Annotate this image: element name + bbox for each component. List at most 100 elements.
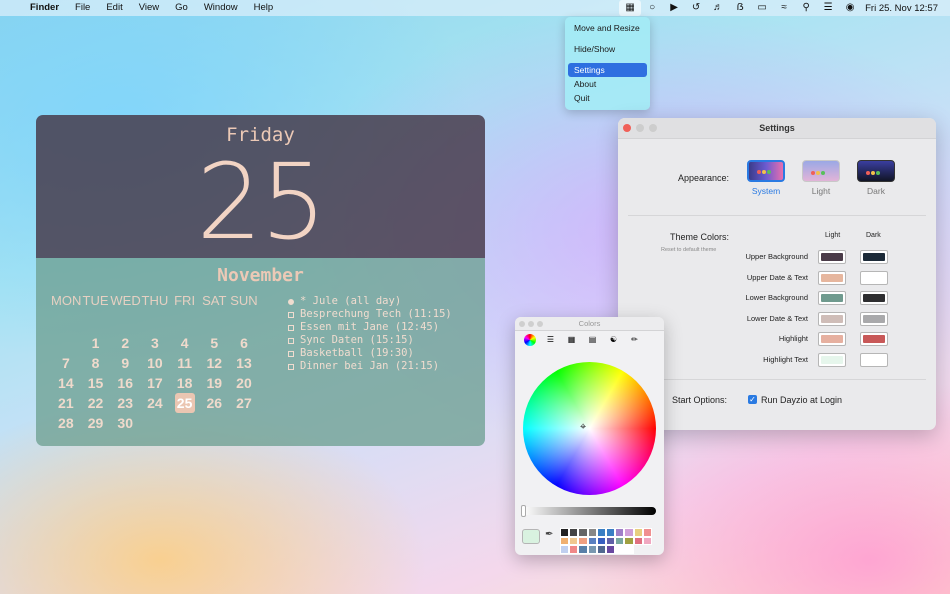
palette-swatch[interactable]	[560, 545, 570, 554]
calendar-day[interactable]: 13	[229, 353, 259, 373]
dark-color-well[interactable]	[860, 270, 888, 285]
calendar-widget[interactable]: Friday 25 November MON TUE WED THU FRI SAT SUN…	[36, 115, 485, 446]
palette-swatch[interactable]	[587, 528, 597, 537]
calendar-day[interactable]: 28	[51, 413, 81, 433]
event-item[interactable]: Basketball (19:30)	[288, 347, 452, 360]
color-wheel[interactable]	[523, 362, 656, 495]
minimize-button[interactable]	[636, 124, 644, 132]
calendar-day[interactable]: 29	[81, 413, 111, 433]
current-color-well[interactable]	[522, 529, 540, 544]
palette-swatch[interactable]	[615, 528, 625, 537]
event-item[interactable]: Essen mit Jane (12:45)	[288, 321, 452, 334]
event-item[interactable]: Dinner bei Jan (21:15)	[288, 360, 452, 373]
light-color-well[interactable]	[818, 332, 846, 346]
menu-item-settings[interactable]: Settings	[568, 63, 647, 77]
run-at-login-label[interactable]: Run Dayzio at Login	[761, 395, 842, 405]
calendar-day[interactable]: 19	[199, 373, 229, 393]
palette-swatch[interactable]	[605, 545, 616, 554]
palette-swatch[interactable]	[624, 545, 634, 554]
palette-swatch[interactable]	[615, 545, 625, 554]
search-icon[interactable]: ⚲	[795, 0, 817, 16]
pencils-icon[interactable]: ☯	[605, 333, 622, 346]
menu-view[interactable]: View	[131, 0, 167, 16]
run-at-login-checkbox[interactable]: ✓	[748, 395, 757, 404]
calendar-day[interactable]: 1	[81, 333, 111, 353]
palette-swatch[interactable]	[642, 536, 652, 545]
brightness-slider-knob[interactable]	[521, 505, 526, 517]
history-icon[interactable]: ↺	[685, 0, 707, 16]
calendar-day[interactable]: 26	[199, 393, 229, 413]
play-icon[interactable]: ▶	[663, 0, 685, 16]
image-palettes-icon[interactable]: ▤	[584, 333, 601, 346]
calendar-day[interactable]: 21	[51, 393, 81, 413]
palette-swatch[interactable]	[605, 536, 616, 545]
palette-swatch[interactable]	[605, 528, 616, 537]
crayon-icon[interactable]: ✏	[626, 333, 643, 346]
menu-item-hide-show[interactable]: Hide/Show	[568, 42, 647, 56]
calendar-icon[interactable]: ▦	[619, 0, 642, 16]
menu-item-quit[interactable]: Quit	[568, 91, 647, 105]
brightness-slider[interactable]	[523, 507, 656, 515]
appearance-system-option[interactable]: System	[746, 160, 786, 196]
color-sliders-icon[interactable]: ☰	[542, 333, 559, 346]
palette-swatch[interactable]	[596, 536, 606, 545]
palette-swatch[interactable]	[578, 536, 588, 545]
calendar-day[interactable]: 8	[81, 353, 111, 373]
minimize-button[interactable]	[528, 321, 534, 327]
menu-item-about[interactable]: About	[568, 77, 647, 91]
calendar-day[interactable]: 24	[140, 393, 170, 413]
circle-icon[interactable]: ○	[641, 0, 663, 16]
dark-color-well[interactable]	[860, 332, 888, 346]
close-button[interactable]	[623, 124, 631, 132]
palette-swatch[interactable]	[587, 536, 597, 545]
calendar-day[interactable]: 7	[51, 353, 81, 373]
calendar-day[interactable]: 23	[110, 393, 140, 413]
calendar-day[interactable]: 30	[110, 413, 140, 433]
color-wheel-icon[interactable]	[521, 333, 538, 346]
zoom-button[interactable]	[537, 321, 543, 327]
calendar-day[interactable]: 6	[229, 333, 259, 353]
palette-swatch[interactable]	[569, 536, 579, 545]
calendar-day[interactable]: 16	[110, 373, 140, 393]
calendar-day[interactable]: 5	[199, 333, 229, 353]
calendar-day[interactable]: 12	[199, 353, 229, 373]
dark-color-well[interactable]	[860, 352, 888, 367]
calendar-day[interactable]: 11	[170, 353, 200, 373]
calendar-day[interactable]: 22	[81, 393, 111, 413]
palette-swatch[interactable]	[596, 528, 606, 537]
calendar-day[interactable]: 14	[51, 373, 81, 393]
calendar-day[interactable]: 27	[229, 393, 259, 413]
color-palettes-icon[interactable]: ▦	[563, 333, 580, 346]
siri-icon[interactable]: ◉	[839, 0, 861, 16]
palette-swatch[interactable]	[624, 536, 634, 545]
menu-help[interactable]: Help	[246, 0, 282, 16]
close-button[interactable]	[519, 321, 525, 327]
menu-file[interactable]: File	[67, 0, 98, 16]
settings-titlebar[interactable]: Settings	[618, 118, 936, 139]
menu-edit[interactable]: Edit	[98, 0, 130, 16]
calendar-day[interactable]: 18	[170, 373, 200, 393]
eyedropper-icon[interactable]: ✒	[545, 529, 553, 540]
light-color-well[interactable]	[818, 352, 846, 367]
calendar-day[interactable]: 3	[140, 333, 170, 353]
calendar-day[interactable]: 20	[229, 373, 259, 393]
palette-swatch[interactable]	[578, 528, 588, 537]
control-center-icon[interactable]: ☰	[817, 0, 839, 16]
palette-swatch[interactable]	[578, 545, 588, 554]
appearance-light-option[interactable]: Light	[801, 160, 841, 196]
volume-icon[interactable]: ♬	[707, 0, 729, 16]
dark-color-well[interactable]	[860, 291, 888, 305]
event-item[interactable]: Besprechung Tech (11:15)	[288, 308, 452, 321]
battery-icon[interactable]: ▭	[751, 0, 773, 16]
light-color-well[interactable]	[818, 311, 846, 326]
palette-swatch[interactable]	[596, 545, 606, 554]
calendar-day[interactable]: 17	[140, 373, 170, 393]
light-color-well[interactable]	[818, 291, 846, 305]
palette-swatch[interactable]	[569, 528, 579, 537]
menu-window[interactable]: Window	[196, 0, 246, 16]
color-crosshair-icon[interactable]: ⌖	[580, 421, 586, 434]
event-item[interactable]: Sync Daten (15:15)	[288, 334, 452, 347]
menu-app-finder[interactable]: Finder	[22, 0, 67, 16]
palette-swatch[interactable]	[560, 528, 570, 537]
menu-clock[interactable]: Fri 25. Nov 12:57	[861, 3, 950, 14]
